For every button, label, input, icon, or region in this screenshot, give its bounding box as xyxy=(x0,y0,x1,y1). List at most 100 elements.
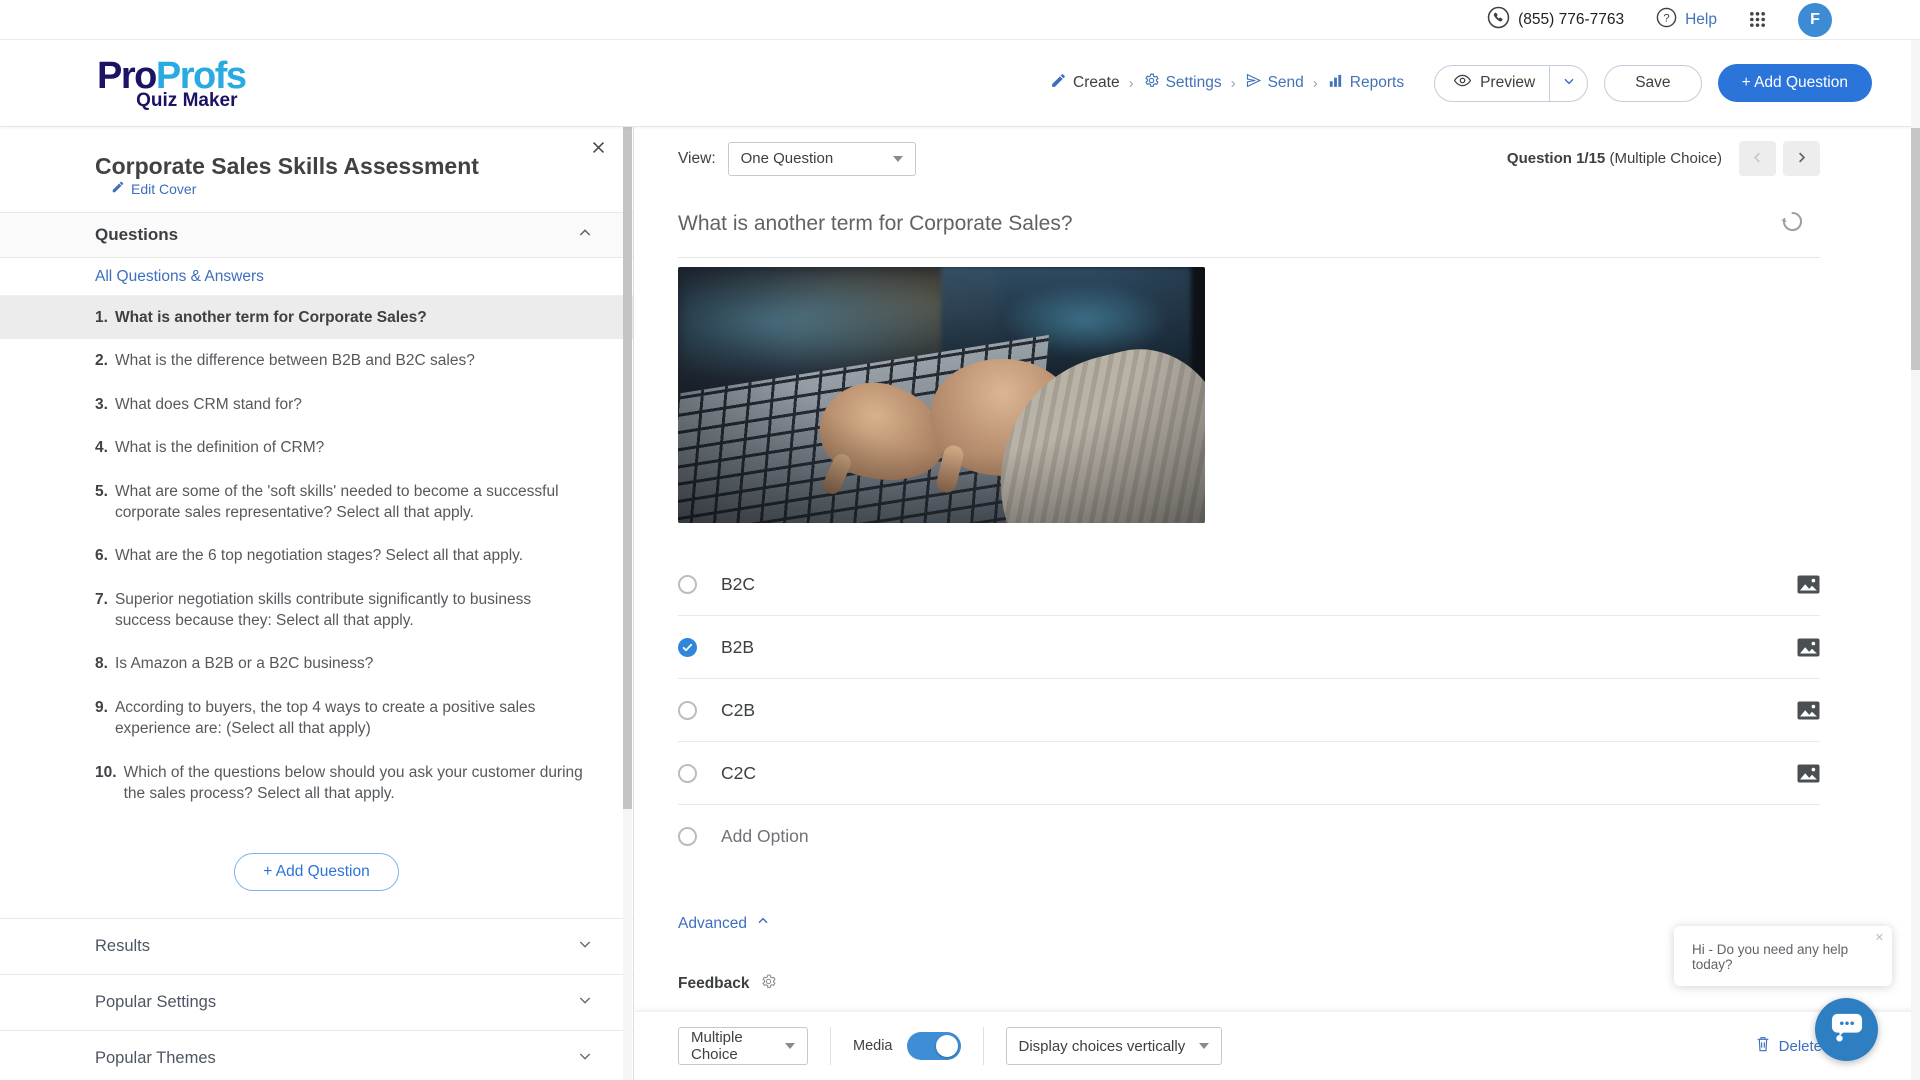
question-number: 1. xyxy=(95,307,108,328)
chat-tooltip: ✕ Hi - Do you need any help today? xyxy=(1674,926,1892,986)
question-number: 5. xyxy=(95,481,108,524)
sidebar-question-item[interactable]: 10. Which of the questions below should … xyxy=(0,751,633,816)
options-list: B2C B2B C2B C2C Add xyxy=(678,553,1820,868)
option-label[interactable]: B2B xyxy=(721,637,754,658)
page-scrollbar[interactable] xyxy=(1911,40,1920,1080)
all-questions-link[interactable]: All Questions & Answers xyxy=(0,258,633,296)
sidebar-scrollbar[interactable] xyxy=(623,127,632,1080)
next-question-button[interactable] xyxy=(1783,141,1820,176)
popular-themes-section-header[interactable]: Popular Themes xyxy=(0,1030,633,1080)
image-placeholder-icon[interactable] xyxy=(1797,701,1820,720)
image-placeholder-icon[interactable] xyxy=(1797,764,1820,783)
chevron-down-icon xyxy=(785,1043,795,1049)
option-label[interactable]: B2C xyxy=(721,574,755,595)
apps-grid-icon[interactable] xyxy=(1749,11,1766,28)
answer-option-row: B2B xyxy=(678,616,1820,679)
question-number: 6. xyxy=(95,545,108,566)
help-link[interactable]: ? Help xyxy=(1656,7,1717,33)
sidebar-question-item[interactable]: 2. What is the difference between B2B an… xyxy=(0,339,633,382)
question-pagination: Question 1/15 (Multiple Choice) xyxy=(1507,150,1722,167)
sidebar-question-item[interactable]: 7. Superior negotiation skills contribut… xyxy=(0,578,633,643)
view-select[interactable]: One Question xyxy=(728,142,916,176)
refresh-icon[interactable] xyxy=(1779,208,1806,240)
media-toggle[interactable] xyxy=(907,1032,961,1060)
question-image[interactable] xyxy=(678,267,1205,523)
breadcrumb-separator: › xyxy=(1231,75,1236,92)
delete-question-button[interactable]: Delete xyxy=(1755,1035,1822,1057)
radio-button[interactable] xyxy=(678,638,697,657)
questions-section-header[interactable]: Questions xyxy=(0,212,633,258)
chevron-down-icon xyxy=(893,156,903,162)
popular-settings-section-header[interactable]: Popular Settings xyxy=(0,974,633,1030)
nav-create[interactable]: Create xyxy=(1050,72,1120,94)
option-label[interactable]: C2B xyxy=(721,700,755,721)
question-number: 7. xyxy=(95,589,108,632)
chat-tooltip-text: Hi - Do you need any help today? xyxy=(1692,942,1848,972)
preview-button[interactable]: Preview xyxy=(1435,66,1549,101)
page-scrollbar-thumb[interactable] xyxy=(1911,128,1920,370)
answer-option-row: B2C xyxy=(678,553,1820,616)
app-header: ProProfs Quiz Maker Create › Settings › xyxy=(0,40,1920,127)
chat-bubble-icon xyxy=(1830,1011,1864,1048)
question-title[interactable]: What is another term for Corporate Sales… xyxy=(678,212,1820,236)
close-icon[interactable] xyxy=(586,135,611,165)
answer-option-row: C2C xyxy=(678,742,1820,805)
answer-option-row: Add Option xyxy=(678,805,1820,868)
save-button[interactable]: Save xyxy=(1604,65,1701,102)
phone-contact[interactable]: (855) 776-7763 xyxy=(1487,6,1624,34)
close-icon[interactable]: ✕ xyxy=(1875,931,1884,944)
reports-icon xyxy=(1327,72,1344,94)
question-type-select[interactable]: Multiple Choice xyxy=(678,1027,808,1065)
trash-icon xyxy=(1755,1035,1771,1057)
question-number: 9. xyxy=(95,697,108,740)
question-number: 2. xyxy=(95,350,108,371)
question-text: What does CRM stand for? xyxy=(115,394,302,415)
eye-icon xyxy=(1453,71,1472,95)
question-text: Is Amazon a B2B or a B2C business? xyxy=(115,653,373,674)
breadcrumb: Create › Settings › Send › Re xyxy=(1050,72,1404,94)
radio-button[interactable] xyxy=(678,701,697,720)
display-choices-select[interactable]: Display choices vertically xyxy=(1006,1027,1222,1065)
sidebar-question-item[interactable]: 3. What does CRM stand for? xyxy=(0,383,633,426)
send-icon xyxy=(1245,72,1262,94)
sidebar-scrollbar-thumb[interactable] xyxy=(623,127,632,809)
add-question-button[interactable]: + Add Question xyxy=(1718,64,1872,102)
feedback-label: Feedback xyxy=(678,975,750,993)
advanced-toggle[interactable]: Advanced xyxy=(678,914,770,933)
logo-subtitle: Quiz Maker xyxy=(136,91,237,110)
radio-button[interactable] xyxy=(678,827,697,846)
preview-dropdown-toggle[interactable] xyxy=(1549,66,1587,101)
previous-question-button[interactable] xyxy=(1739,141,1776,176)
sidebar-question-item[interactable]: 5. What are some of the 'soft skills' ne… xyxy=(0,470,633,535)
sidebar-question-item[interactable]: 9. According to buyers, the top 4 ways t… xyxy=(0,686,633,751)
option-label[interactable]: C2C xyxy=(721,763,756,784)
nav-reports[interactable]: Reports xyxy=(1327,72,1404,94)
question-text: What is the difference between B2B and B… xyxy=(115,350,475,371)
radio-button[interactable] xyxy=(678,764,697,783)
nav-settings[interactable]: Settings xyxy=(1143,72,1222,94)
breadcrumb-separator: › xyxy=(1313,75,1318,92)
sidebar-question-item[interactable]: 4. What is the definition of CRM? xyxy=(0,426,633,469)
nav-send[interactable]: Send xyxy=(1245,72,1304,94)
radio-button[interactable] xyxy=(678,575,697,594)
sidebar-question-item[interactable]: 8. Is Amazon a B2B or a B2C business? xyxy=(0,642,633,685)
sidebar-question-item[interactable]: 1. What is another term for Corporate Sa… xyxy=(0,296,633,339)
question-text: What are some of the 'soft skills' neede… xyxy=(115,481,591,524)
option-label[interactable]: Add Option xyxy=(721,826,809,847)
avatar[interactable]: F xyxy=(1798,3,1832,37)
sidebar-add-question-button[interactable]: + Add Question xyxy=(234,853,398,891)
gear-icon xyxy=(1143,72,1160,94)
question-number: 3. xyxy=(95,394,108,415)
question-text: Superior negotiation skills contribute s… xyxy=(115,589,591,632)
sidebar-question-item[interactable]: 6. What are the 6 top negotiation stages… xyxy=(0,534,633,577)
toolbar-divider xyxy=(830,1027,831,1065)
image-placeholder-icon[interactable] xyxy=(1797,638,1820,657)
quiz-sidebar: Corporate Sales Skills Assessment Edit C… xyxy=(0,127,634,1080)
proprofs-logo[interactable]: ProProfs Quiz Maker xyxy=(97,57,246,110)
question-number: 10. xyxy=(95,762,117,805)
edit-cover-link[interactable]: Edit Cover xyxy=(111,180,196,197)
gear-icon[interactable] xyxy=(760,973,777,995)
image-placeholder-icon[interactable] xyxy=(1797,575,1820,594)
results-section-header[interactable]: Results xyxy=(0,918,633,974)
chat-launcher-button[interactable] xyxy=(1815,998,1878,1061)
